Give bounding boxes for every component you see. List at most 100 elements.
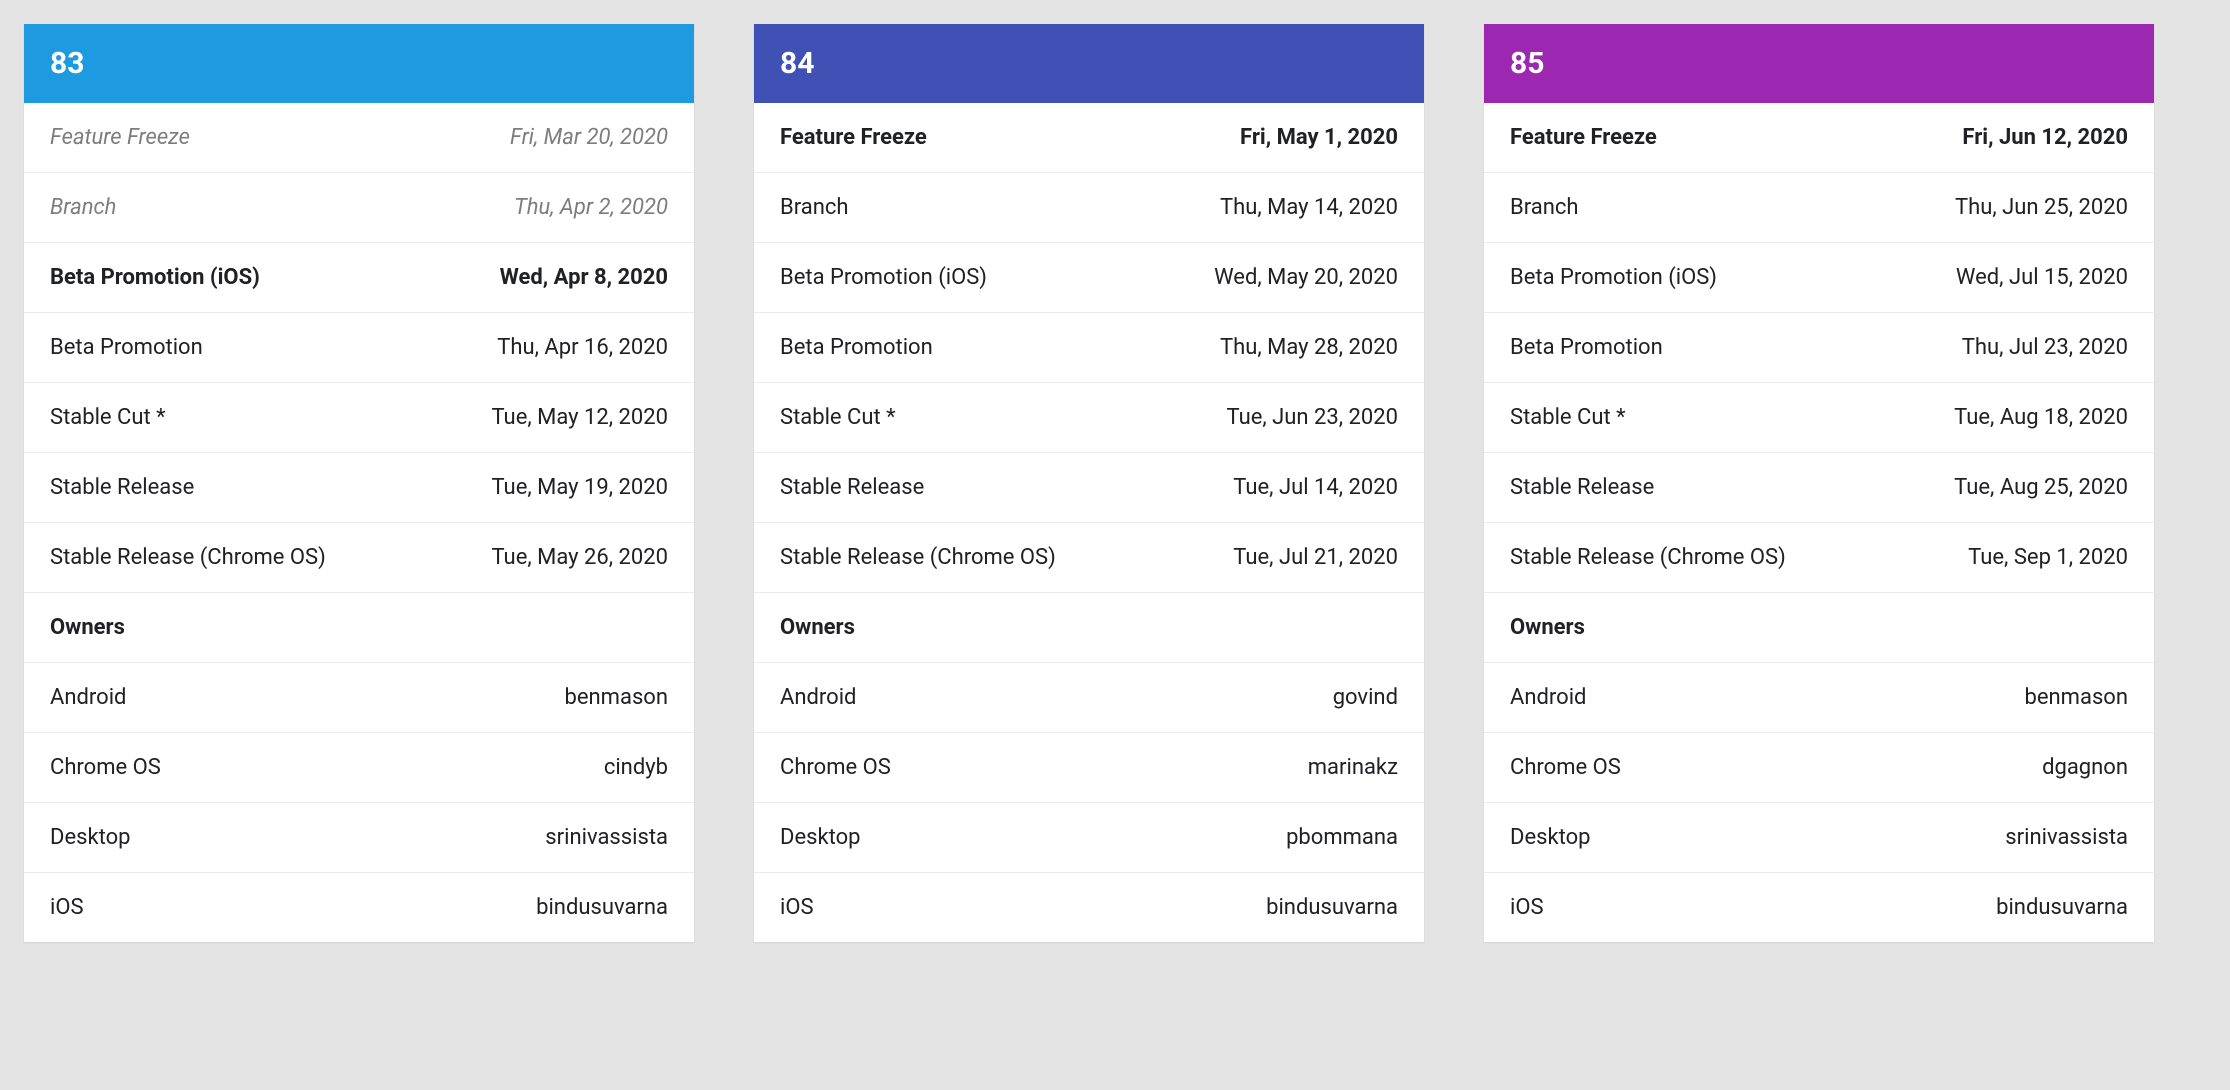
owners-section-title: Owners [754, 593, 1424, 663]
owner-platform: iOS [50, 895, 84, 920]
milestone-label: Feature Freeze [50, 125, 190, 150]
milestone-label: Stable Cut * [780, 405, 896, 430]
owner-platform: Chrome OS [1510, 755, 1621, 780]
milestone-row: Branch Thu, Apr 2, 2020 [24, 173, 694, 243]
owner-platform: Android [1510, 685, 1586, 710]
milestone-row: Stable Cut * Tue, Aug 18, 2020 [1484, 383, 2154, 453]
owner-row: Android benmason [24, 663, 694, 733]
owner-name: bindusuvarna [536, 895, 668, 920]
owner-platform: iOS [780, 895, 814, 920]
milestone-row: Stable Release (Chrome OS)Tue, May 26, 2… [24, 523, 694, 593]
milestone-label: Stable Release (Chrome OS) [50, 545, 326, 570]
milestone-date: Thu, May 28, 2020 [1220, 335, 1398, 360]
owner-platform: Desktop [50, 825, 131, 850]
milestone-row: Beta Promotion Thu, May 28, 2020 [754, 313, 1424, 383]
milestone-label: Feature Freeze [1510, 125, 1657, 150]
owners-section-title: Owners [1484, 593, 2154, 663]
owners-section-title: Owners [24, 593, 694, 663]
owner-name: srinivassista [2005, 825, 2128, 850]
milestone-date: Tue, Jul 14, 2020 [1233, 475, 1398, 500]
owner-name: benmason [565, 685, 668, 710]
milestone-row: Stable Release (Chrome OS) Tue, Sep 1, 20… [1484, 523, 2154, 593]
milestone-row: Beta Promotion (iOS) Wed, May 20, 2020 [754, 243, 1424, 313]
owner-row: Desktop pbommana [754, 803, 1424, 873]
milestone-row: Beta Promotion (iOS) Wed, Jul 15, 2020 [1484, 243, 2154, 313]
owner-platform: Chrome OS [780, 755, 891, 780]
milestone-date: Thu, May 14, 2020 [1220, 195, 1398, 220]
release-card: 83 Feature Freeze Fri, Mar 20, 2020 Branch T… [24, 24, 694, 942]
owner-row: Desktop srinivassista [24, 803, 694, 873]
milestone-date: Wed, Apr 8, 2020 [500, 265, 668, 290]
milestone-row: Stable Release Tue, Jul 14, 2020 [754, 453, 1424, 523]
owner-platform: Desktop [1510, 825, 1591, 850]
milestone-row: Stable Release Tue, Aug 25, 2020 [1484, 453, 2154, 523]
owner-platform: Android [780, 685, 856, 710]
milestone-label: Stable Release [1510, 475, 1654, 500]
milestone-date: Tue, May 12, 2020 [491, 405, 668, 430]
milestone-date: Thu, Apr 2, 2020 [514, 195, 668, 220]
milestone-row: Beta Promotion Thu, Apr 16, 2020 [24, 313, 694, 383]
owner-name: govind [1333, 685, 1398, 710]
release-card: 85 Feature Freeze Fri, Jun 12, 2020 BranchT… [1484, 24, 2154, 942]
milestone-label: Stable Release [50, 475, 194, 500]
milestone-date: Tue, Jun 23, 2020 [1226, 405, 1398, 430]
owner-name: cindyb [604, 755, 668, 780]
milestone-label: Beta Promotion [50, 335, 203, 360]
milestone-label: Stable Release (Chrome OS) [1510, 545, 1786, 570]
owner-name: bindusuvarna [1266, 895, 1398, 920]
milestone-label: Stable Cut * [1510, 405, 1626, 430]
release-version-header: 84 [754, 24, 1424, 103]
owner-row: Chrome OS marinakz [754, 733, 1424, 803]
owner-name: srinivassista [545, 825, 668, 850]
milestone-date: Fri, Mar 20, 2020 [510, 125, 668, 150]
milestone-row: Stable Release Tue, May 19, 2020 [24, 453, 694, 523]
milestone-date: Tue, Aug 25, 2020 [1954, 475, 2128, 500]
owner-row: Chrome OS dgagnon [1484, 733, 2154, 803]
milestone-date: Tue, Sep 1, 2020 [1968, 545, 2128, 570]
owner-name: pbommana [1286, 825, 1398, 850]
release-card: 84Feature FreezeFri, May 1, 2020BranchTh… [754, 24, 1424, 942]
owner-row: Chrome OS cindyb [24, 733, 694, 803]
milestone-date: Thu, Jul 23, 2020 [1962, 335, 2128, 360]
release-version-header: 85 [1484, 24, 2154, 103]
milestone-label: Branch [50, 195, 116, 220]
owner-row: iOS bindusuvarna [24, 873, 694, 942]
owner-name: bindusuvarna [1996, 895, 2128, 920]
owner-platform: Desktop [780, 825, 861, 850]
owner-row: iOS bindusuvarna [1484, 873, 2154, 942]
owner-row: Android govind [754, 663, 1424, 733]
milestone-date: Tue, Jul 21, 2020 [1233, 545, 1398, 570]
milestone-date: Thu, Jun 25, 2020 [1955, 195, 2128, 220]
owner-name: dgagnon [2042, 755, 2128, 780]
milestone-date: Wed, Jul 15, 2020 [1956, 265, 2128, 290]
milestone-row: Feature FreezeFri, May 1, 2020 [754, 103, 1424, 173]
milestone-label: Beta Promotion (iOS) [1510, 265, 1717, 290]
owner-row: Desktop srinivassista [1484, 803, 2154, 873]
milestone-row: Feature Freeze Fri, Mar 20, 2020 [24, 103, 694, 173]
owner-platform: iOS [1510, 895, 1544, 920]
milestone-label: Stable Cut * [50, 405, 166, 430]
milestone-row: Beta Promotion Thu, Jul 23, 2020 [1484, 313, 2154, 383]
release-cards-container: 83Feature FreezeFri, Mar 20, 2020BranchT… [24, 24, 2206, 942]
owner-platform: Android [50, 685, 126, 710]
release-version-header: 83 [24, 24, 694, 103]
milestone-label: Beta Promotion [1510, 335, 1663, 360]
milestone-label: Beta Promotion [780, 335, 933, 360]
owner-platform: Chrome OS [50, 755, 161, 780]
milestone-date: Tue, May 19, 2020 [491, 475, 668, 500]
milestone-label: Stable Release [780, 475, 924, 500]
milestone-date: Thu, Apr 16, 2020 [497, 335, 668, 360]
milestone-date: Tue, Aug 18, 2020 [1954, 405, 2128, 430]
milestone-label: Beta Promotion (iOS) [780, 265, 987, 290]
owner-row: iOS bindusuvarna [754, 873, 1424, 942]
milestone-label: Stable Release (Chrome OS) [780, 545, 1056, 570]
owner-name: marinakz [1308, 755, 1398, 780]
owner-row: Androidbenmason [1484, 663, 2154, 733]
milestone-label: Feature Freeze [780, 125, 927, 150]
milestone-row: BranchThu, Jun 25, 2020 [1484, 173, 2154, 243]
milestone-row: BranchThu, May 14, 2020 [754, 173, 1424, 243]
milestone-row: Feature Freeze Fri, Jun 12, 2020 [1484, 103, 2154, 173]
milestone-date: Fri, Jun 12, 2020 [1962, 125, 2128, 150]
milestone-row: Stable Release (Chrome OS) Tue, Jul 21, 2… [754, 523, 1424, 593]
milestone-date: Wed, May 20, 2020 [1214, 265, 1398, 290]
